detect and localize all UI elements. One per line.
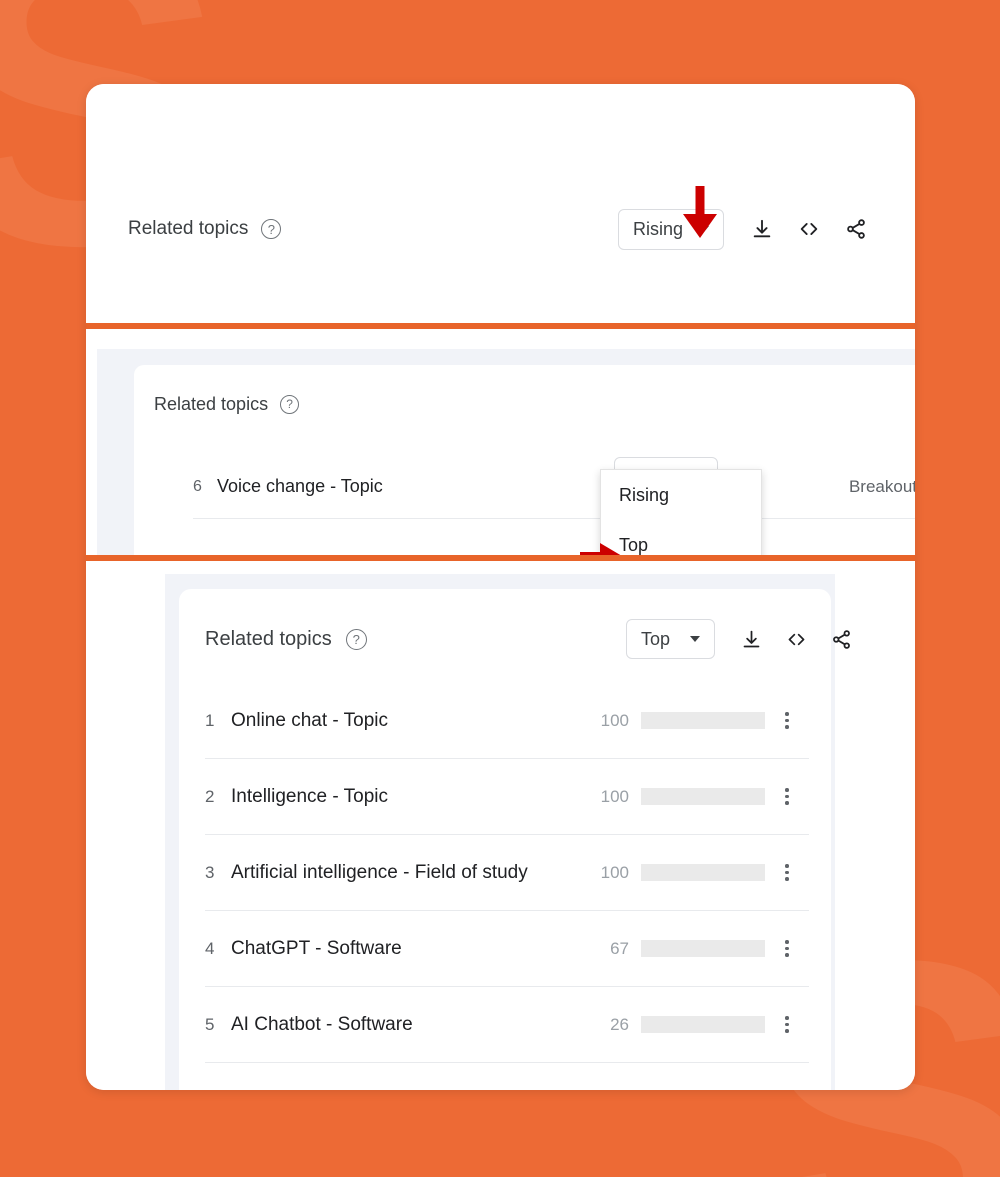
chevron-down-icon (690, 636, 700, 642)
row-bar-track (641, 712, 765, 729)
panel-related-topics-rising: Related topics ? Rising (86, 84, 915, 323)
row-rank: 2 (205, 786, 215, 806)
page-title: Related topics (154, 393, 269, 414)
embed-icon[interactable] (792, 212, 826, 246)
dropdown-option-rising[interactable]: Rising (601, 470, 761, 520)
row-overflow-menu-icon[interactable] (765, 788, 809, 805)
row-value: 26 (610, 1014, 629, 1034)
table-row[interactable]: 6 Voice change - Topic Breakout (193, 455, 915, 519)
sort-dropdown-rising[interactable]: Rising (617, 208, 724, 250)
row-rank: 4 (205, 938, 215, 958)
row-bar-track (641, 788, 765, 805)
row-topic: AI Chatbot - Software (231, 1013, 413, 1035)
table-row[interactable]: 1 Online chat - Topic 100 (205, 683, 809, 759)
panel-top-header: Related topics ? Rising (86, 202, 915, 256)
row-overflow-menu-icon[interactable] (765, 712, 809, 729)
help-icon[interactable]: ? (261, 219, 282, 239)
page-title: Related topics (205, 627, 332, 650)
row-topic: Artificial intelligence - Field of study (231, 861, 528, 883)
sort-dropdown-menu[interactable]: Rising Top (600, 469, 762, 555)
related-topics-list: 1 Online chat - Topic 100 2 Intelligence - T… (205, 683, 809, 1063)
share-icon[interactable] (839, 212, 873, 246)
table-row[interactable]: 4 ChatGPT - Software 67 (205, 911, 809, 987)
row-bar-track (641, 864, 765, 881)
panel-bottom-header: Related topics ? Top (205, 617, 857, 661)
row-value: 100 (600, 710, 629, 730)
row-topic: Online chat - Topic (231, 709, 389, 731)
row-value: 100 (600, 786, 629, 806)
row-topic: Intelligence - Topic (231, 785, 389, 807)
page-title: Related topics (128, 218, 249, 239)
download-icon[interactable] (735, 623, 767, 655)
row-rank: 6 (193, 477, 202, 495)
row-value: 100 (600, 862, 629, 882)
dropdown-option-top[interactable]: Top (601, 520, 761, 555)
panel-related-topics-top: Related topics ? Top 1 Online chat - Top… (86, 561, 915, 1090)
row-value-breakout: Breakout (848, 476, 915, 496)
share-icon[interactable] (825, 623, 857, 655)
sort-dropdown-top[interactable]: Top (625, 619, 715, 659)
panel-related-topics-dropdown-open: Related topics ? 6 Voice change - Topic … (86, 329, 915, 555)
row-overflow-menu-icon[interactable] (765, 864, 809, 881)
row-rank: 5 (205, 1014, 215, 1034)
row-topic: ChatGPT - Software (231, 937, 402, 959)
row-rank: 3 (205, 862, 215, 882)
help-icon[interactable]: ? (280, 394, 300, 414)
panel-middle-card: Related topics ? 6 Voice change - Topic … (134, 365, 915, 555)
table-row[interactable]: 3 Artificial intelligence - Field of stud… (205, 835, 809, 911)
chevron-down-icon (699, 226, 709, 232)
table-row[interactable]: 5 AI Chatbot - Software 26 (205, 987, 809, 1063)
sort-dropdown-value: Top (640, 628, 670, 649)
screenshot-frame: Related topics ? Rising Related topics ?… (86, 84, 915, 1090)
row-overflow-menu-icon[interactable] (765, 1016, 809, 1033)
help-icon[interactable]: ? (345, 628, 367, 650)
row-overflow-menu-icon[interactable] (765, 940, 809, 957)
table-row[interactable]: 2 Intelligence - Topic 100 (205, 759, 809, 835)
download-icon[interactable] (745, 212, 779, 246)
panel-bottom-card: Related topics ? Top 1 Online chat - Top… (179, 589, 850, 1090)
row-bar-track (641, 1016, 765, 1033)
row-value: 67 (610, 938, 629, 958)
sort-dropdown-value: Rising (632, 218, 683, 239)
row-bar-track (641, 940, 765, 957)
row-rank: 1 (205, 710, 215, 730)
embed-icon[interactable] (780, 623, 812, 655)
panel-middle-header: Related topics ? (154, 383, 915, 425)
